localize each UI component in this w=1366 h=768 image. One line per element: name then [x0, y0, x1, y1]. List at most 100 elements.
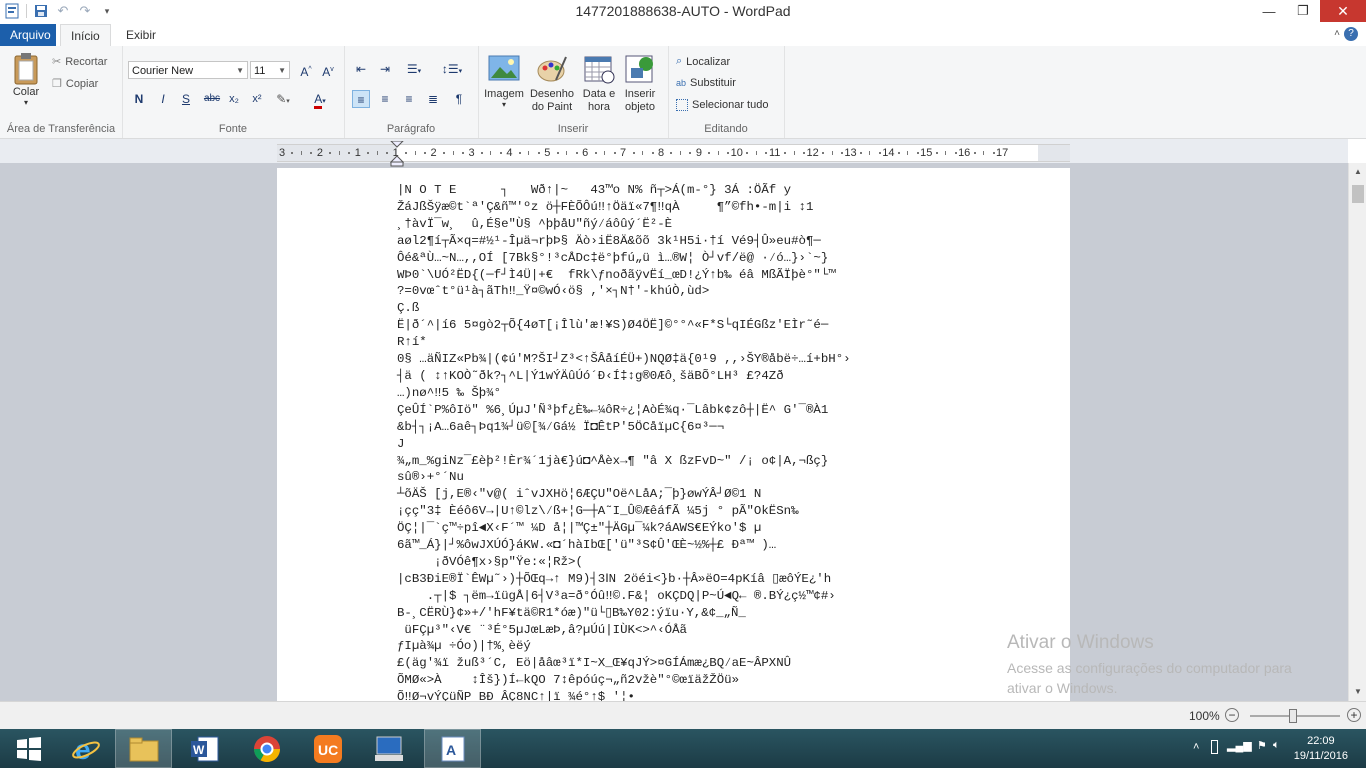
document-line[interactable]: £(äg'¾ï žuß³´C, Eö|åâœ³ï*I~X_Œ¥qJÝ>¤GÍÁm… [397, 655, 1037, 672]
zoom-in-button[interactable]: + [1347, 708, 1361, 722]
battery-icon[interactable] [1211, 740, 1218, 754]
replace-icon: ab [676, 78, 687, 88]
remote-desktop-icon [374, 736, 403, 761]
replace-button[interactable]: ab Substituir [676, 77, 736, 89]
select-all-button[interactable]: Selecionar tudo [676, 99, 768, 111]
ruler-tick [414, 151, 416, 155]
maximize-button[interactable]: ❐ [1286, 0, 1320, 22]
superscript-button[interactable]: x² [248, 90, 266, 108]
document-line[interactable]: üFÇµ³"‹V€ ¨³É°5µJœLæÞ,â?µÚú|IÙK<>^‹ÓÅã [397, 622, 1037, 639]
tray-chevron-icon[interactable]: ˄ [1193, 741, 1199, 753]
grow-font-icon[interactable]: A^ [297, 61, 315, 79]
tab-home[interactable]: Início [60, 24, 111, 47]
minimize-button[interactable]: — [1252, 0, 1286, 22]
ruler-tick [537, 152, 540, 154]
document-line[interactable]: ÖÇ¦|¯`ç™÷pî◄X‹F´™ ¼D å¦|™Ç±"┼ÄGµ¯¼k?áAWS… [397, 520, 1037, 537]
line-spacing-icon[interactable]: ↕☰▾ [438, 60, 466, 78]
close-button[interactable]: ✕ [1320, 0, 1366, 22]
document-line[interactable]: ¸†àvÏ¯w¸ û,É§e"Ù§ ^þþåU"ñý∕áôûý´Ë²-È [397, 216, 1037, 233]
document-line[interactable]: ÕMØ«>À ↕Îš})Í←kQO 7↕êpóúç¬„ñ2vžè"°©œïäžŽ… [397, 672, 1037, 689]
document-line[interactable]: |N O T E ┐ Wð↑|~ 43™o N% ñ┬>Á(m-°} 3Á :Ö… [397, 182, 1037, 199]
document-line[interactable]: …)nø^‼5 ‰ Šþ¾° [397, 385, 1037, 402]
document-line[interactable]: ÇeÛÍ`P%ôIö" %6¸ÚµJ'Ñ³þf¿È‰←¼ôR÷¿¦AòÉ¾q·¯… [397, 402, 1037, 419]
taskbar-chrome[interactable] [238, 729, 295, 768]
bold-button[interactable]: N [130, 90, 148, 108]
document-line[interactable]: sû®›+°´Nu [397, 469, 1037, 486]
collapse-ribbon-icon[interactable]: ˄ [1334, 28, 1340, 39]
document-line[interactable]: Õ‼Ø¬vÝÇüÑP BÐ ÂÇ8NC↑|ï ¾é°↑$ '¦• [397, 689, 1037, 701]
align-right-icon[interactable]: ≡ [400, 90, 418, 108]
tab-file[interactable]: Arquivo [0, 24, 56, 46]
paste-button[interactable]: Colar ▾ [6, 52, 46, 107]
strikethrough-button[interactable]: abc [200, 90, 224, 108]
bullets-icon[interactable]: ☰▾ [400, 60, 428, 78]
document-line[interactable]: &b┤┐¡A…6aê┐Þq1¾┘ü©[¾∕Gá½ Ï◘ÊtP'5ÖCåïµC{6… [397, 419, 1037, 436]
scroll-down-icon[interactable]: ▼ [1349, 683, 1366, 701]
document-line[interactable]: ┴õÄŠ [j,E®‹"v@( iˆvJXHö¦6ÆÇU"Oë^LåA;¯þ}ø… [397, 486, 1037, 503]
document-line[interactable]: R↑í* [397, 334, 1037, 351]
start-button[interactable] [0, 729, 57, 768]
taskbar-clock[interactable]: 22:09 19/11/2016 [1294, 734, 1348, 764]
insert-object-button[interactable]: Inserir objeto [620, 54, 660, 114]
taskbar-word[interactable]: W [176, 729, 233, 768]
copy-button[interactable]: ❐ Copiar [52, 77, 98, 91]
decrease-indent-icon[interactable]: ⇤ [352, 60, 370, 78]
document-text[interactable]: |N O T E ┐ Wð↑|~ 43™o N% ñ┬>Á(m-°} 3Á :Ö… [397, 182, 1037, 701]
document-line[interactable]: ?=0vœˆt°ü¹à┐ãTh‼_Ÿ¤©wÓ‹ö§ ,'×┐N†'-khúÒ,ù… [397, 283, 1037, 300]
font-family-select[interactable]: Courier New ▼ [128, 61, 248, 79]
vertical-scrollbar[interactable]: ▲ ▼ [1348, 163, 1366, 701]
zoom-slider-thumb[interactable] [1289, 709, 1297, 723]
document-line[interactable]: ¡çç"3‡ Èéô6V→|U↑©lz\∕ß+¦G─┼A˜I_Û©ÆêáfÃ ¼… [397, 503, 1037, 520]
taskbar-remote-desktop[interactable] [360, 729, 417, 768]
document-line[interactable]: Ë|ð´^|í6 5¤gò2┬Õ{4øT[¡Îlù'æ!¥S)Ø4ÖË]©°°^… [397, 317, 1037, 334]
taskbar-uc-browser[interactable]: UC [299, 729, 356, 768]
cut-button[interactable]: ✂ Recortar [52, 55, 107, 69]
indent-markers[interactable] [389, 140, 405, 170]
font-size-select[interactable]: 11 ▼ [250, 61, 290, 79]
justify-icon[interactable]: ≣ [424, 90, 442, 108]
scroll-up-icon[interactable]: ▲ [1349, 163, 1366, 181]
document-line[interactable]: .┬|$ ┐ëm→ïügÅ|6┤V³a=ð°Óû‼©.F&¦ oKÇDQ|P~Ú… [397, 588, 1037, 605]
volume-icon[interactable]: 🔈︎ [1273, 739, 1280, 752]
document-line[interactable]: |cB3ÐiE®Ï`ÊWµ˜›)┼ÕŒq→↑ M9)┤3‖N 2öéi<}b·┼… [397, 571, 1037, 588]
paragraph-settings-icon[interactable]: ¶ [450, 90, 468, 108]
paint-drawing-button[interactable]: Desenho do Paint [528, 54, 576, 114]
ruler-number: 8 [657, 147, 665, 159]
taskbar-file-explorer[interactable] [115, 729, 172, 768]
underline-button[interactable]: S [177, 90, 195, 108]
zoom-out-button[interactable]: − [1225, 708, 1239, 722]
document-line[interactable]: ƒIµà¾µ ÷Óo)|†%¸èëý [397, 638, 1037, 655]
document-line[interactable]: 6ã™_Á}|┘%ôwJXÚÓ}áKW.«◘´hàIbŒ['ü"³S¢Û'ŒÈ~… [397, 537, 1037, 554]
document-line[interactable]: ŽáJßŠÿæ©t`ª'Ç&ñ™'ºz ö┼FÈÕÔú‼↑Öäï«7¶‼qÀ ¶… [397, 199, 1037, 216]
date-time-button[interactable]: Data e hora [580, 54, 618, 114]
document-line[interactable]: WÞ0`\UÓ²ËD{(─f┘Ì4Ü|+€ fRk\ƒnoðãÿvËí_œD!¿… [397, 267, 1037, 284]
document-line[interactable]: J [397, 436, 1037, 453]
ruler-number: 7 [620, 147, 627, 159]
taskbar-wordpad[interactable]: A [424, 729, 481, 768]
document-line[interactable]: ┤ä ( ↕↑KOÒ˜ðk?┐^L|Ý1wÝÄûÚó´Ð‹Í‡↕g®0Æô¸šä… [397, 368, 1037, 385]
document-line[interactable]: ¾„m_%giNz¯£èþ²!Èr¾´1jà€}ú◘^Åèx→¶ "â X ßz… [397, 453, 1037, 470]
flag-icon[interactable]: ⚑ [1257, 739, 1267, 752]
scroll-thumb[interactable] [1352, 185, 1364, 203]
tab-view[interactable]: Exibir [116, 24, 166, 46]
document-page[interactable]: |N O T E ┐ Wð↑|~ 43™o N% ñ┬>Á(m-°} 3Á :Ö… [277, 168, 1070, 701]
find-button[interactable]: ⌕ Localizar [676, 55, 730, 68]
document-line[interactable]: 0§ …äÑIZ«Pb¾|(¢ú'M?ŠI┘Z³<↑ŠÂåíÉÜ+)NQØ‡ä{… [397, 351, 1037, 368]
document-line[interactable]: B-¸CËRÙ}¢»+/'hF¥tä©R1*óæ)"ü└▯B‰Y02:ýïu·Y… [397, 605, 1037, 622]
document-line[interactable]: Ç.ß [397, 300, 1037, 317]
shrink-font-icon[interactable]: Av [319, 61, 337, 79]
insert-image-button[interactable]: Imagem ▾ [482, 54, 526, 109]
document-line[interactable]: ¡ðVÓê¶x›§p"Ÿe:«¦Rž>( [397, 554, 1037, 571]
align-left-icon[interactable]: ≡ [352, 90, 370, 108]
highlight-color-icon[interactable]: ✎▾ [274, 90, 292, 108]
increase-indent-icon[interactable]: ⇥ [376, 60, 394, 78]
help-icon[interactable]: ? [1344, 27, 1358, 41]
align-center-icon[interactable]: ≡ [376, 90, 394, 108]
network-icon[interactable]: ▂▄▆ [1227, 739, 1252, 752]
document-line[interactable]: aøl2¶í┬Ã×q=#½¹-Îµä¬rþÞ§ Äò›iË8Ä&õõ 3k¹H5… [397, 233, 1037, 250]
font-color-icon[interactable]: A▾ [308, 90, 332, 109]
subscript-button[interactable]: x₂ [225, 90, 243, 108]
italic-button[interactable]: I [154, 90, 172, 108]
taskbar-internet-explorer[interactable]: e [57, 729, 114, 768]
document-line[interactable]: Ôé&ªÙ…~N…,,OÍ [7Bk§°!³cÅDc‡ë°þfú„ü ì…®W¦… [397, 250, 1037, 267]
